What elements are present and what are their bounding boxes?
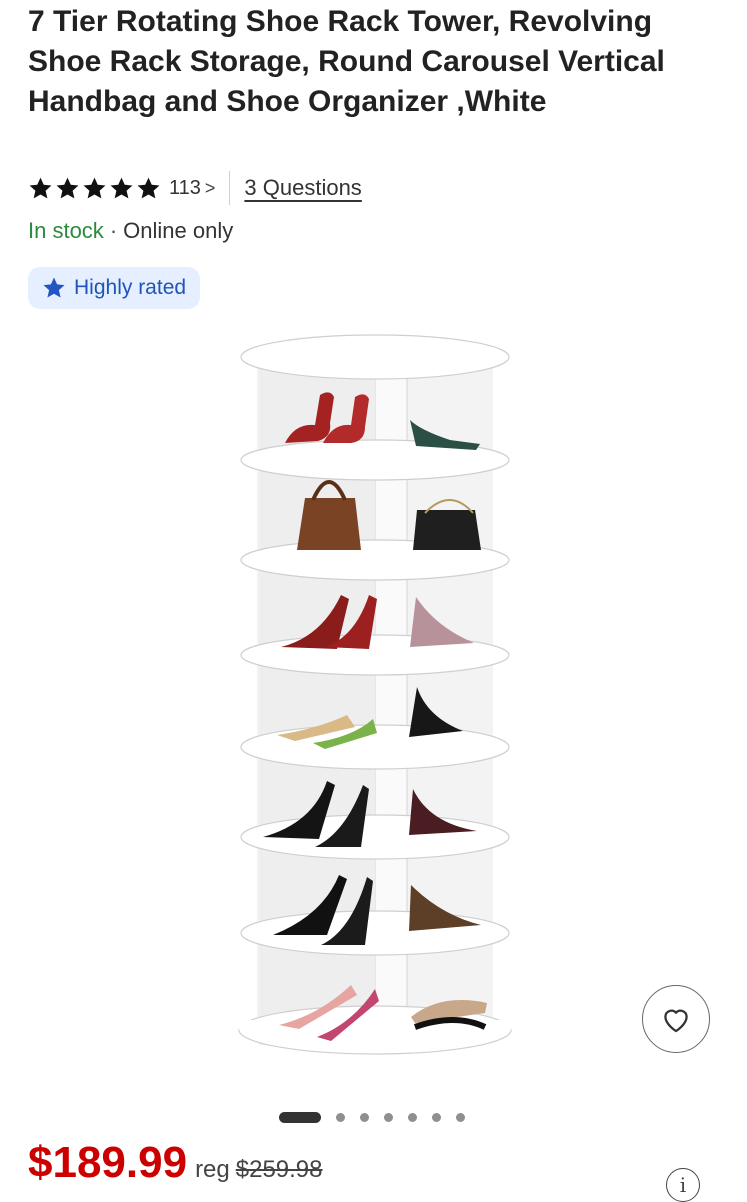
favorite-button[interactable] bbox=[642, 985, 710, 1053]
product-title: 7 Tier Rotating Shoe Rack Tower, Revolvi… bbox=[28, 5, 665, 118]
star-icon bbox=[56, 177, 79, 198]
info-glyph: i bbox=[679, 1173, 687, 1197]
carousel-dot[interactable] bbox=[456, 1113, 465, 1122]
carousel-dot[interactable] bbox=[336, 1113, 345, 1122]
star-icon bbox=[110, 177, 133, 198]
sales-channel: Online only bbox=[123, 218, 234, 243]
star-rating[interactable] bbox=[28, 176, 161, 201]
star-icon bbox=[29, 177, 52, 198]
divider bbox=[229, 171, 231, 205]
chevron-right-icon[interactable]: > bbox=[205, 178, 216, 199]
carousel-indicator[interactable] bbox=[279, 1112, 465, 1123]
carousel-dot[interactable] bbox=[360, 1113, 369, 1122]
rating-row: 113 > 3 Questions bbox=[28, 170, 362, 206]
price-row: $189.99 reg $259.98 bbox=[28, 1138, 323, 1188]
heart-icon bbox=[664, 1009, 688, 1033]
stock-status: In stock bbox=[28, 218, 104, 243]
reg-label: reg bbox=[195, 1156, 230, 1183]
info-icon[interactable]: i bbox=[666, 1168, 700, 1202]
star-icon bbox=[43, 277, 65, 298]
carousel-dot[interactable] bbox=[408, 1113, 417, 1122]
carousel-dot[interactable] bbox=[384, 1113, 393, 1122]
availability: In stock · Online only bbox=[28, 216, 233, 246]
review-count[interactable]: 113 bbox=[169, 177, 201, 200]
highly-rated-badge: Highly rated bbox=[28, 267, 201, 309]
badge-label: Highly rated bbox=[74, 276, 187, 299]
current-price: $189.99 bbox=[28, 1138, 188, 1187]
product-image[interactable] bbox=[225, 325, 525, 1085]
regular-price: $259.98 bbox=[235, 1156, 323, 1183]
star-icon bbox=[83, 177, 106, 198]
carousel-dot-active[interactable] bbox=[279, 1112, 321, 1123]
carousel-dot[interactable] bbox=[432, 1113, 441, 1122]
questions-link[interactable]: 3 Questions bbox=[244, 175, 361, 201]
star-icon bbox=[137, 177, 160, 198]
separator: · bbox=[109, 218, 118, 243]
